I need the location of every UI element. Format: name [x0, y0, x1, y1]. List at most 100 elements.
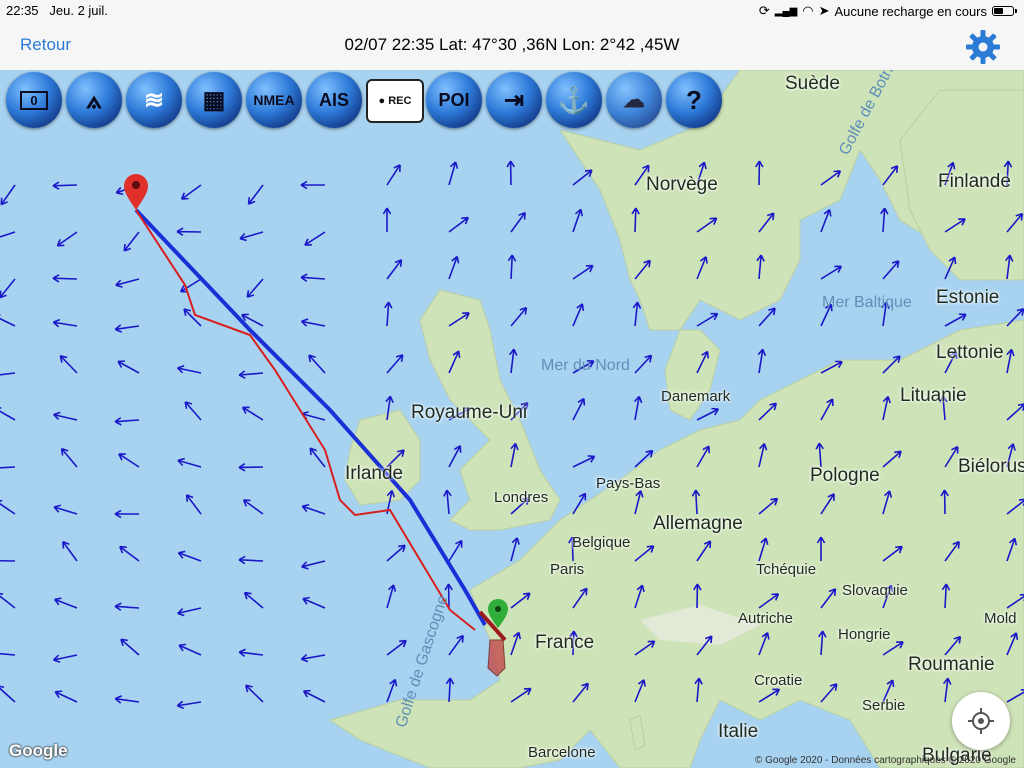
- label-suede: Suède: [785, 73, 840, 94]
- wind-button[interactable]: ≋: [126, 72, 182, 128]
- wind-arrow: [114, 695, 140, 704]
- record-button[interactable]: ● REC: [366, 79, 424, 123]
- wind-arrow: [448, 161, 459, 186]
- label-bielorussie: Biélorus: [958, 456, 1024, 477]
- weather-button[interactable]: ☁: [606, 72, 662, 128]
- charts-button[interactable]: ▦: [186, 72, 242, 128]
- status-bar: 22:35 Jeu. 2 juil. ⟳ ▂▄▆ ◠ ➤ Aucune rech…: [0, 0, 1024, 22]
- label-belgique: Belgique: [572, 534, 631, 551]
- map-copyright[interactable]: © Google 2020 - Données cartographiques …: [755, 755, 1016, 766]
- wind-arrow: [0, 314, 16, 327]
- wind-arrow: [386, 678, 398, 703]
- signal-icon: ▂▄▆: [774, 5, 798, 17]
- wind-arrow: [53, 504, 78, 515]
- map-view[interactable]: Suède Finlande Norvège Golfe de Botnie M…: [0, 70, 1024, 768]
- wind-arrow: [820, 208, 832, 233]
- wind-arrow: [184, 401, 202, 421]
- wind-arrow: [114, 417, 140, 426]
- wind-arrow: [183, 308, 202, 327]
- wind-arrow: [185, 494, 202, 515]
- wind-arrow: [301, 503, 326, 515]
- wind-arrow: [944, 313, 967, 327]
- wind-arrow: [52, 318, 78, 328]
- wind-arrow: [507, 254, 517, 280]
- label-moldavie: Mold: [984, 610, 1017, 627]
- wind-arrow: [0, 407, 16, 421]
- wind-arrow: [244, 684, 264, 703]
- nmea-icon: NMEA: [253, 92, 295, 108]
- wind-arrow: [177, 550, 202, 562]
- wind-arrow: [0, 278, 16, 299]
- wind-arrow: [115, 278, 140, 288]
- ais-button[interactable]: AIS: [306, 72, 362, 128]
- wind-arrow: [302, 596, 326, 609]
- wind-arrow: [56, 231, 78, 247]
- wind-arrow: [243, 591, 264, 609]
- wind-arrow: [176, 227, 202, 236]
- label-lituanie: Lituanie: [900, 385, 967, 406]
- label-pologne: Pologne: [810, 465, 880, 486]
- wind-arrow: [384, 301, 393, 327]
- wind-arrow: [510, 306, 528, 327]
- wind-arrow: [386, 544, 406, 562]
- wind-arrow: [308, 354, 326, 374]
- wind-arrow: [572, 264, 594, 280]
- wind-arrow: [0, 500, 16, 515]
- wind-arrow: [53, 597, 78, 609]
- wind-arrow: [0, 559, 16, 562]
- wind-arrow: [241, 406, 264, 421]
- back-button[interactable]: Retour: [20, 35, 71, 55]
- wind-arrow: [882, 260, 900, 280]
- wind-arrow: [0, 466, 16, 469]
- poi-button[interactable]: POI: [426, 72, 482, 128]
- nmea-button[interactable]: NMEA: [246, 72, 302, 128]
- ruler-icon: 0: [20, 90, 48, 110]
- navigation-bar: Retour 02/07 22:35 Lat: 47°30 ,36N Lon: …: [0, 22, 1024, 70]
- wind-arrow: [0, 652, 16, 656]
- wind-arrow: [180, 184, 202, 200]
- wind-arrow: [448, 216, 469, 233]
- wind-arrow: [572, 455, 596, 468]
- compass-button[interactable]: ⟑: [66, 72, 122, 128]
- wind-arrow: [632, 301, 642, 327]
- locate-icon: [968, 708, 994, 734]
- help-icon: ?: [686, 84, 702, 115]
- wind-icon: ≋: [143, 86, 165, 114]
- wind-arrow: [880, 207, 889, 233]
- wind-arrow: [0, 592, 16, 609]
- label-serbie: Serbie: [862, 697, 906, 714]
- wind-arrow: [820, 265, 843, 280]
- label-mer-baltique: Mer Baltique: [822, 294, 912, 311]
- wind-arrow: [448, 445, 462, 468]
- wind-arrow: [0, 231, 16, 238]
- exit-button[interactable]: ⇥: [486, 72, 542, 128]
- weather-icon: ☁: [623, 87, 645, 112]
- wind-arrow: [0, 184, 16, 206]
- wind-arrow: [247, 184, 264, 205]
- label-autriche: Autriche: [738, 610, 794, 627]
- wind-arrow: [239, 231, 264, 242]
- wind-arrow: [386, 259, 403, 280]
- wind-arrow: [176, 700, 202, 710]
- label-paris: Paris: [550, 561, 585, 578]
- wind-arrow: [506, 160, 515, 186]
- wind-arrow: [0, 685, 16, 703]
- label-slovaquie: Slovaquie: [842, 582, 908, 599]
- google-logo[interactable]: Google: [9, 741, 68, 761]
- wind-arrow: [302, 689, 326, 703]
- wind-arrow: [119, 545, 140, 562]
- gear-icon[interactable]: [964, 28, 1002, 66]
- ruler-button[interactable]: 0: [6, 72, 62, 128]
- compass-divider-icon: ⟑: [86, 84, 102, 114]
- wind-arrow: [246, 278, 264, 298]
- wind-arrow: [0, 372, 16, 376]
- anchor-button[interactable]: ⚓: [546, 72, 602, 128]
- tool-bar: 0 ⟑ ≋ ▦ NMEA AIS ● REC POI ⇥ ⚓ ☁ ?: [0, 70, 740, 130]
- label-italie: Italie: [718, 721, 759, 742]
- start-marker-icon[interactable]: [124, 174, 148, 210]
- help-button[interactable]: ?: [666, 72, 722, 128]
- locate-button[interactable]: [952, 692, 1010, 750]
- wind-arrow: [179, 278, 202, 293]
- wind-arrow: [508, 348, 518, 374]
- status-time-date: 22:35 Jeu. 2 juil.: [6, 3, 108, 18]
